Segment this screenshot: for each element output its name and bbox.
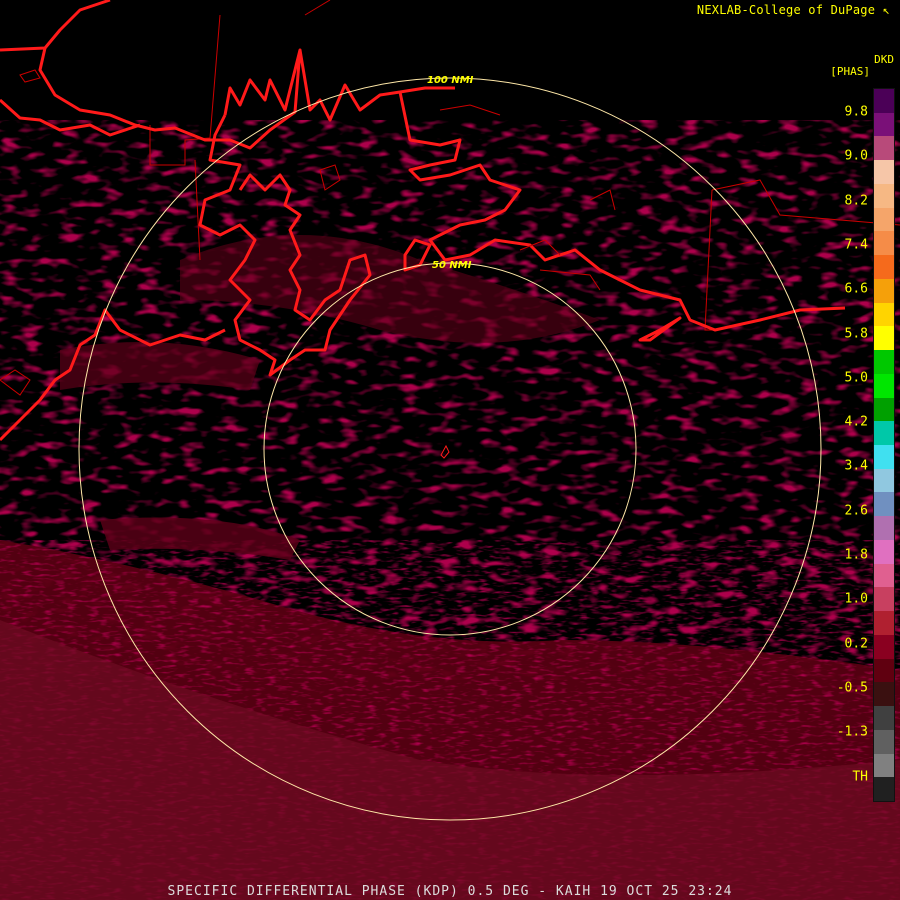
- footer-product: SPECIFIC DIFFERENTIAL PHASE (KDP): [167, 884, 459, 899]
- color-scale-label: 5.8: [844, 326, 868, 341]
- color-scale-label: 1.0: [844, 591, 868, 607]
- color-scale-segment: [874, 587, 894, 612]
- color-scale-segment: [874, 397, 894, 422]
- color-scale-segment: [874, 278, 894, 304]
- color-scale-label: 7.4: [844, 237, 868, 253]
- color-scale-segment: [874, 516, 894, 541]
- credit-text: NEXLAB-College of DuPage: [696, 3, 876, 17]
- color-scale-segment: [874, 326, 894, 351]
- color-scale-segment: [874, 682, 894, 707]
- color-scale-bar: [873, 88, 895, 802]
- color-scale-segment: [874, 89, 894, 114]
- color-scale-segment: [874, 658, 894, 683]
- footer-separator: -: [538, 884, 548, 899]
- footer-station: KAIH: [555, 884, 592, 899]
- color-scale-segment: [874, 112, 894, 137]
- color-scale-segment: [874, 160, 894, 185]
- radar-map: 50 NMI 100 NMI: [0, 0, 900, 900]
- color-scale-segment: [874, 634, 894, 660]
- color-scale-segment: [874, 350, 894, 375]
- credit-icon: ↖: [882, 3, 890, 17]
- color-scale-segment: [874, 136, 894, 161]
- color-scale-segment: [874, 302, 894, 327]
- color-scale-segment: [874, 777, 894, 802]
- color-scale-segment: [874, 539, 894, 565]
- color-scale-label: 0.2: [844, 636, 868, 652]
- color-scale-label: 5.0: [844, 370, 868, 386]
- color-scale-label: TH: [852, 769, 868, 784]
- color-scale-label: 3.4: [844, 458, 868, 474]
- color-scale-label: 9.0: [844, 148, 868, 164]
- range-ring-label-50: 50 NMI: [432, 260, 472, 271]
- scale-units: DKD [PHAS]: [830, 54, 894, 78]
- color-scale-label: -0.5: [836, 680, 868, 696]
- footer-elevation: 0.5 DEG: [467, 884, 530, 899]
- color-scale-label: 2.6: [844, 503, 868, 519]
- header-credit: NEXLAB-College of DuPage ↖: [697, 3, 890, 17]
- color-scale-segment: [874, 255, 894, 280]
- color-scale-segment: [874, 468, 894, 493]
- footer-datetime: 19 OCT 25 23:24: [600, 884, 733, 899]
- color-scale-label: -1.3: [836, 724, 868, 740]
- range-ring-label-100: 100 NMI: [427, 75, 474, 86]
- color-scale-label: 4.2: [844, 414, 868, 430]
- product-footer: SPECIFIC DIFFERENTIAL PHASE (KDP) 0.5 DE…: [0, 884, 900, 899]
- color-scale-label: 1.8: [844, 547, 868, 563]
- color-scale-segment: [874, 729, 894, 755]
- color-scale-segment: [874, 706, 894, 731]
- color-scale-segment: [874, 421, 894, 446]
- color-scale-segment: [874, 445, 894, 470]
- color-scale-segment: [874, 231, 894, 256]
- scale-unit-secondary: [PHAS]: [830, 65, 870, 78]
- color-scale-segment: [874, 611, 894, 636]
- color-scale-segment: [874, 563, 894, 588]
- color-scale-segment: [874, 753, 894, 778]
- color-scale-segment: [874, 207, 894, 232]
- color-scale-label: 8.2: [844, 193, 868, 209]
- color-scale-segment: [874, 373, 894, 399]
- color-scale-label: 9.8: [844, 104, 868, 120]
- color-scale-label: 6.6: [844, 281, 868, 297]
- color-scale-segment: [874, 183, 894, 209]
- color-scale-segment: [874, 492, 894, 517]
